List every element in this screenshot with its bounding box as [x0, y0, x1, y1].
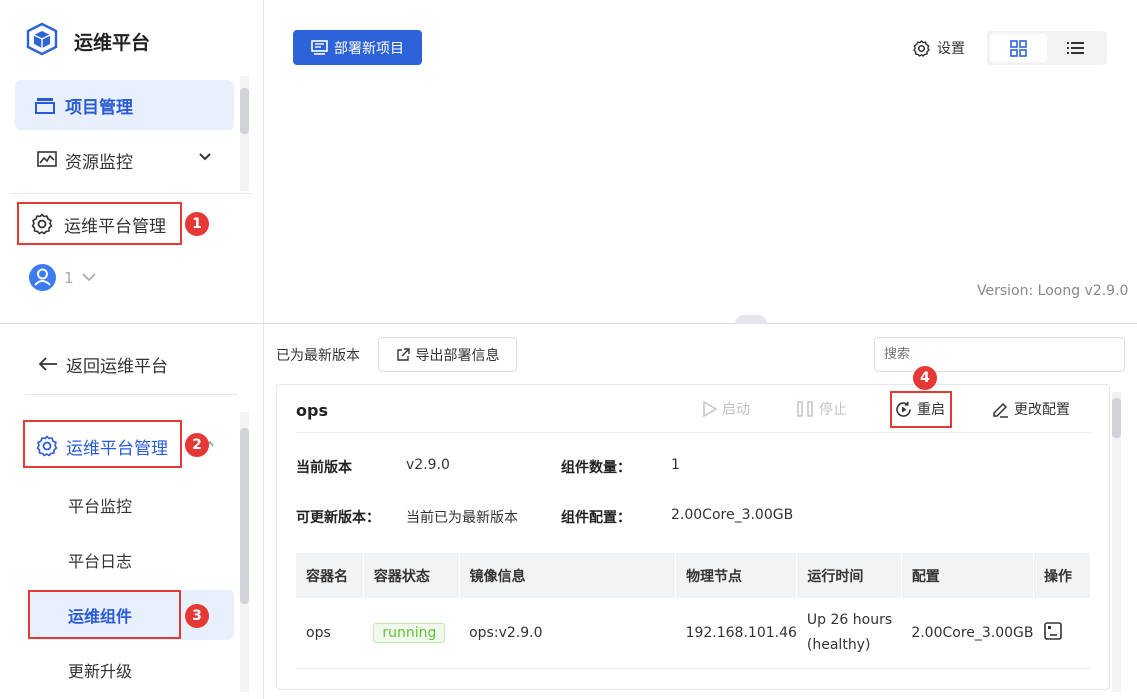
- search-input[interactable]: [874, 337, 1125, 372]
- deploy-icon: [311, 39, 328, 56]
- column-header: 镜像信息: [458, 553, 676, 598]
- sidebar-scrollbar-thumb[interactable]: [240, 88, 249, 134]
- column-header: 容器状态: [362, 553, 460, 598]
- current-version-value: v2.9.0: [406, 457, 450, 473]
- export-button-label: 导出部署信息: [415, 347, 500, 364]
- component-config-label: 组件配置：: [561, 510, 631, 526]
- sidebar-item-platform-log[interactable]: 平台日志: [68, 548, 132, 572]
- card-header-divider: [296, 432, 1091, 433]
- avatar: [29, 264, 56, 291]
- updatable-version-label: 可更新版本：: [296, 510, 380, 526]
- sidebar-divider: [10, 193, 253, 194]
- start-label: 启动: [722, 402, 750, 418]
- column-header: 容器名: [296, 553, 364, 598]
- export-deploy-info-button[interactable]: 导出部署信息: [378, 337, 517, 372]
- stop-label: 停止: [819, 402, 847, 418]
- uptime-text: Up 26 hours: [806, 611, 893, 628]
- table-row: ops running ops:v2.9.0 192.168.101.46 Up…: [296, 598, 1090, 669]
- deploy-button-label: 部署新项目: [334, 40, 404, 57]
- latest-version-text: 已为最新版本: [276, 348, 360, 364]
- edit-icon: [991, 401, 1009, 418]
- folder-icon: [35, 96, 55, 114]
- annotation-box-2: [23, 420, 182, 468]
- top-sidebar-border: [263, 0, 264, 323]
- container-name-cell: ops: [296, 598, 364, 669]
- sidebar-item-platform-monitor[interactable]: 平台监控: [68, 493, 132, 517]
- chevron-down-icon: [199, 153, 211, 161]
- start-button[interactable]: 启动: [702, 399, 750, 419]
- change-config-button[interactable]: 更改配置: [991, 399, 1070, 419]
- annotation-badge-2: 2: [185, 433, 209, 457]
- annotation-box-3: [28, 590, 181, 639]
- sidebar-scrollbar-thumb[interactable]: [240, 428, 249, 604]
- column-header: 物理节点: [675, 553, 797, 598]
- user-name: 1: [64, 268, 74, 287]
- user-menu[interactable]: 1: [29, 264, 96, 291]
- health-text: (healthy): [806, 636, 871, 653]
- app-title: 运维平台: [74, 32, 151, 54]
- arrow-left-icon: [38, 357, 58, 371]
- screenshot-divider: [0, 323, 1137, 324]
- version-text: Version: Loong v2.9.0: [977, 283, 1129, 299]
- back-label: 返回运维平台: [66, 356, 168, 377]
- sidebar-item-update-upgrade[interactable]: 更新升级: [68, 658, 132, 682]
- grid-icon: [1010, 39, 1027, 57]
- component-config-value: 2.00Core_3.00GB: [671, 507, 794, 523]
- updatable-version-value: 当前已为最新版本: [406, 510, 518, 526]
- stop-button[interactable]: 停止: [797, 399, 847, 419]
- settings-button[interactable]: 设置: [912, 38, 965, 58]
- container-status-cell: running: [363, 598, 460, 669]
- annotation-box-4: [890, 391, 952, 428]
- container-table: 容器名 容器状态 镜像信息 物理节点 运行时间 配置 操作 ops runnin…: [296, 553, 1090, 669]
- column-header: 配置: [900, 553, 1034, 598]
- table-header-row: 容器名 容器状态 镜像信息 物理节点 运行时间 配置 操作: [296, 553, 1090, 598]
- uptime-cell: Up 26 hours (healthy): [796, 598, 902, 669]
- deploy-new-project-button[interactable]: 部署新项目: [293, 30, 422, 65]
- pause-icon: [797, 401, 814, 417]
- operation-cell: [1033, 598, 1090, 669]
- column-header: 操作: [1033, 553, 1090, 598]
- grid-view-button[interactable]: [990, 34, 1047, 62]
- nav-item-resource-monitor[interactable]: 资源监控: [15, 135, 234, 185]
- change-config-label: 更改配置: [1014, 402, 1070, 418]
- annotation-badge-3: 3: [185, 604, 209, 628]
- status-badge: running: [373, 622, 446, 643]
- play-icon: [702, 401, 717, 417]
- annotation-box-1: [17, 202, 182, 245]
- component-count-value: 1: [671, 457, 680, 473]
- monitor-chart-icon: [37, 151, 57, 169]
- collapse-handle[interactable]: [735, 315, 767, 324]
- settings-label: 设置: [937, 41, 965, 57]
- logo-cube-icon: [26, 22, 58, 56]
- current-version-label: 当前版本: [296, 460, 352, 476]
- list-view-button[interactable]: [1047, 34, 1104, 62]
- nav-item-project-management[interactable]: 项目管理: [15, 80, 234, 130]
- physical-node-cell: 192.168.101.46: [675, 598, 797, 669]
- component-count-label: 组件数量：: [561, 460, 631, 476]
- external-link-icon: [396, 347, 410, 362]
- gear-icon: [912, 39, 931, 58]
- view-toggle: [987, 31, 1107, 65]
- nav-label-project-management: 项目管理: [65, 97, 133, 118]
- image-info-cell: ops:v2.9.0: [459, 598, 676, 669]
- component-name: ops: [296, 401, 328, 420]
- annotation-badge-1: 1: [185, 212, 209, 236]
- annotation-badge-4: 4: [913, 366, 937, 390]
- column-header: 运行时间: [796, 553, 902, 598]
- content-scrollbar-thumb[interactable]: [1112, 398, 1121, 438]
- chevron-down-icon: [81, 273, 96, 282]
- terminal-icon[interactable]: [1043, 621, 1062, 640]
- back-to-ops-platform-link[interactable]: 返回运维平台: [38, 352, 168, 377]
- list-icon: [1067, 41, 1084, 55]
- config-cell: 2.00Core_3.00GB: [901, 598, 1034, 669]
- sidebar-divider: [25, 394, 238, 395]
- nav-label-resource-monitor: 资源监控: [65, 152, 133, 173]
- bottom-sidebar-border: [263, 324, 264, 699]
